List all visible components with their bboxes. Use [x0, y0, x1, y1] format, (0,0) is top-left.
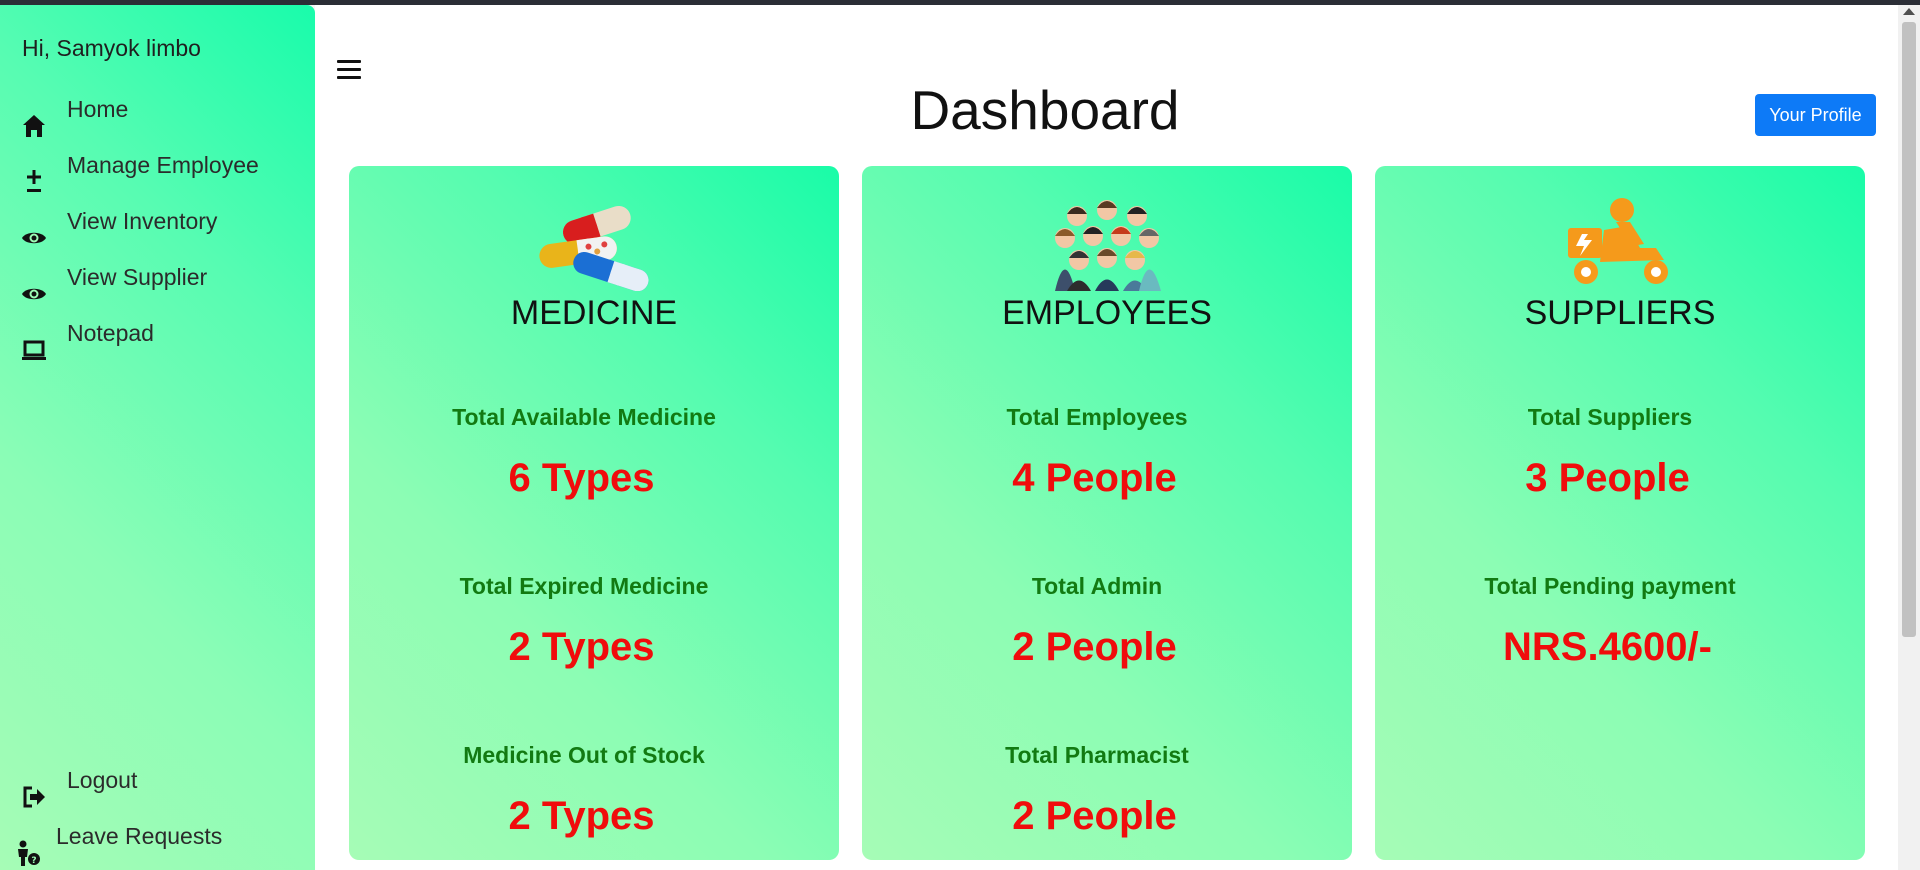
- employees-card: EMPLOYEES Total Employees 4 People Total…: [862, 166, 1352, 860]
- stat-value: 2 Types: [508, 625, 655, 669]
- stat-value: 4 People: [1012, 456, 1177, 500]
- card-title: MEDICINE: [510, 294, 678, 332]
- logout-button[interactable]: Logout: [0, 761, 315, 811]
- page-title: Dashboard: [910, 79, 1180, 141]
- medicine-card: MEDICINE Total Available Medicine 6 Type…: [349, 166, 839, 860]
- plus-minus-icon: [27, 170, 41, 192]
- sidebar-item-view-inventory[interactable]: View Inventory: [0, 202, 315, 252]
- menu-toggle-icon[interactable]: [337, 60, 361, 82]
- sidebar: Hi, Samyok limbo Home Manage Employee Vi…: [0, 5, 315, 870]
- stat-label: Total Admin: [1031, 573, 1163, 599]
- card-title: EMPLOYEES: [1002, 294, 1212, 332]
- sidebar-item-label: Logout: [67, 767, 138, 793]
- sidebar-item-label: Home: [67, 96, 129, 122]
- people-group-icon: [1055, 200, 1161, 291]
- sidebar-item-label: Notepad: [67, 320, 154, 346]
- stat-label: Total Pharmacist: [1005, 742, 1189, 768]
- sidebar-item-leave-requests[interactable]: ? Leave Requests: [0, 817, 315, 867]
- person-question-icon: ?: [18, 840, 40, 866]
- stat-value: 2 People: [1012, 794, 1177, 838]
- scroll-up-icon[interactable]: [1903, 8, 1915, 15]
- stat-value: 2 Types: [508, 794, 655, 838]
- sidebar-item-label: Leave Requests: [56, 823, 223, 849]
- logout-icon: [23, 786, 45, 808]
- sidebar-item-manage-employee[interactable]: Manage Employee: [0, 146, 315, 196]
- stat-label: Total Available Medicine: [452, 404, 716, 430]
- your-profile-button[interactable]: Your Profile: [1755, 94, 1876, 136]
- stat-label: Medicine Out of Stock: [463, 742, 705, 768]
- home-icon: [23, 115, 45, 137]
- eye-icon: [22, 288, 46, 300]
- sidebar-item-home[interactable]: Home: [0, 90, 315, 140]
- stat-value: 3 People: [1525, 456, 1690, 500]
- stat-value: 6 Types: [508, 456, 655, 500]
- sidebar-item-notepad[interactable]: Notepad: [0, 314, 315, 364]
- suppliers-card: SUPPLIERS Total Suppliers 3 People Total…: [1375, 166, 1865, 860]
- stat-label: Total Expired Medicine: [459, 573, 709, 599]
- sidebar-item-label: View Inventory: [67, 208, 218, 234]
- sidebar-item-label: View Supplier: [67, 264, 208, 290]
- delivery-scooter-icon: [1568, 198, 1668, 284]
- svg-text:?: ?: [31, 856, 36, 866]
- sidebar-item-view-supplier[interactable]: View Supplier: [0, 258, 315, 308]
- card-title: SUPPLIERS: [1524, 294, 1716, 332]
- stat-label: Total Employees: [1006, 404, 1188, 430]
- sidebar-item-label: Manage Employee: [67, 152, 259, 178]
- user-greeting: Hi, Samyok limbo: [22, 35, 201, 61]
- stat-value: 2 People: [1012, 625, 1177, 669]
- pills-icon: [539, 205, 649, 291]
- eye-icon: [22, 232, 46, 244]
- stat-label: Total Pending payment: [1484, 573, 1736, 599]
- stat-label: Total Suppliers: [1527, 404, 1693, 430]
- laptop-icon: [22, 340, 46, 360]
- scrollbar-thumb[interactable]: [1902, 22, 1916, 637]
- stat-value: NRS.4600/-: [1503, 625, 1712, 669]
